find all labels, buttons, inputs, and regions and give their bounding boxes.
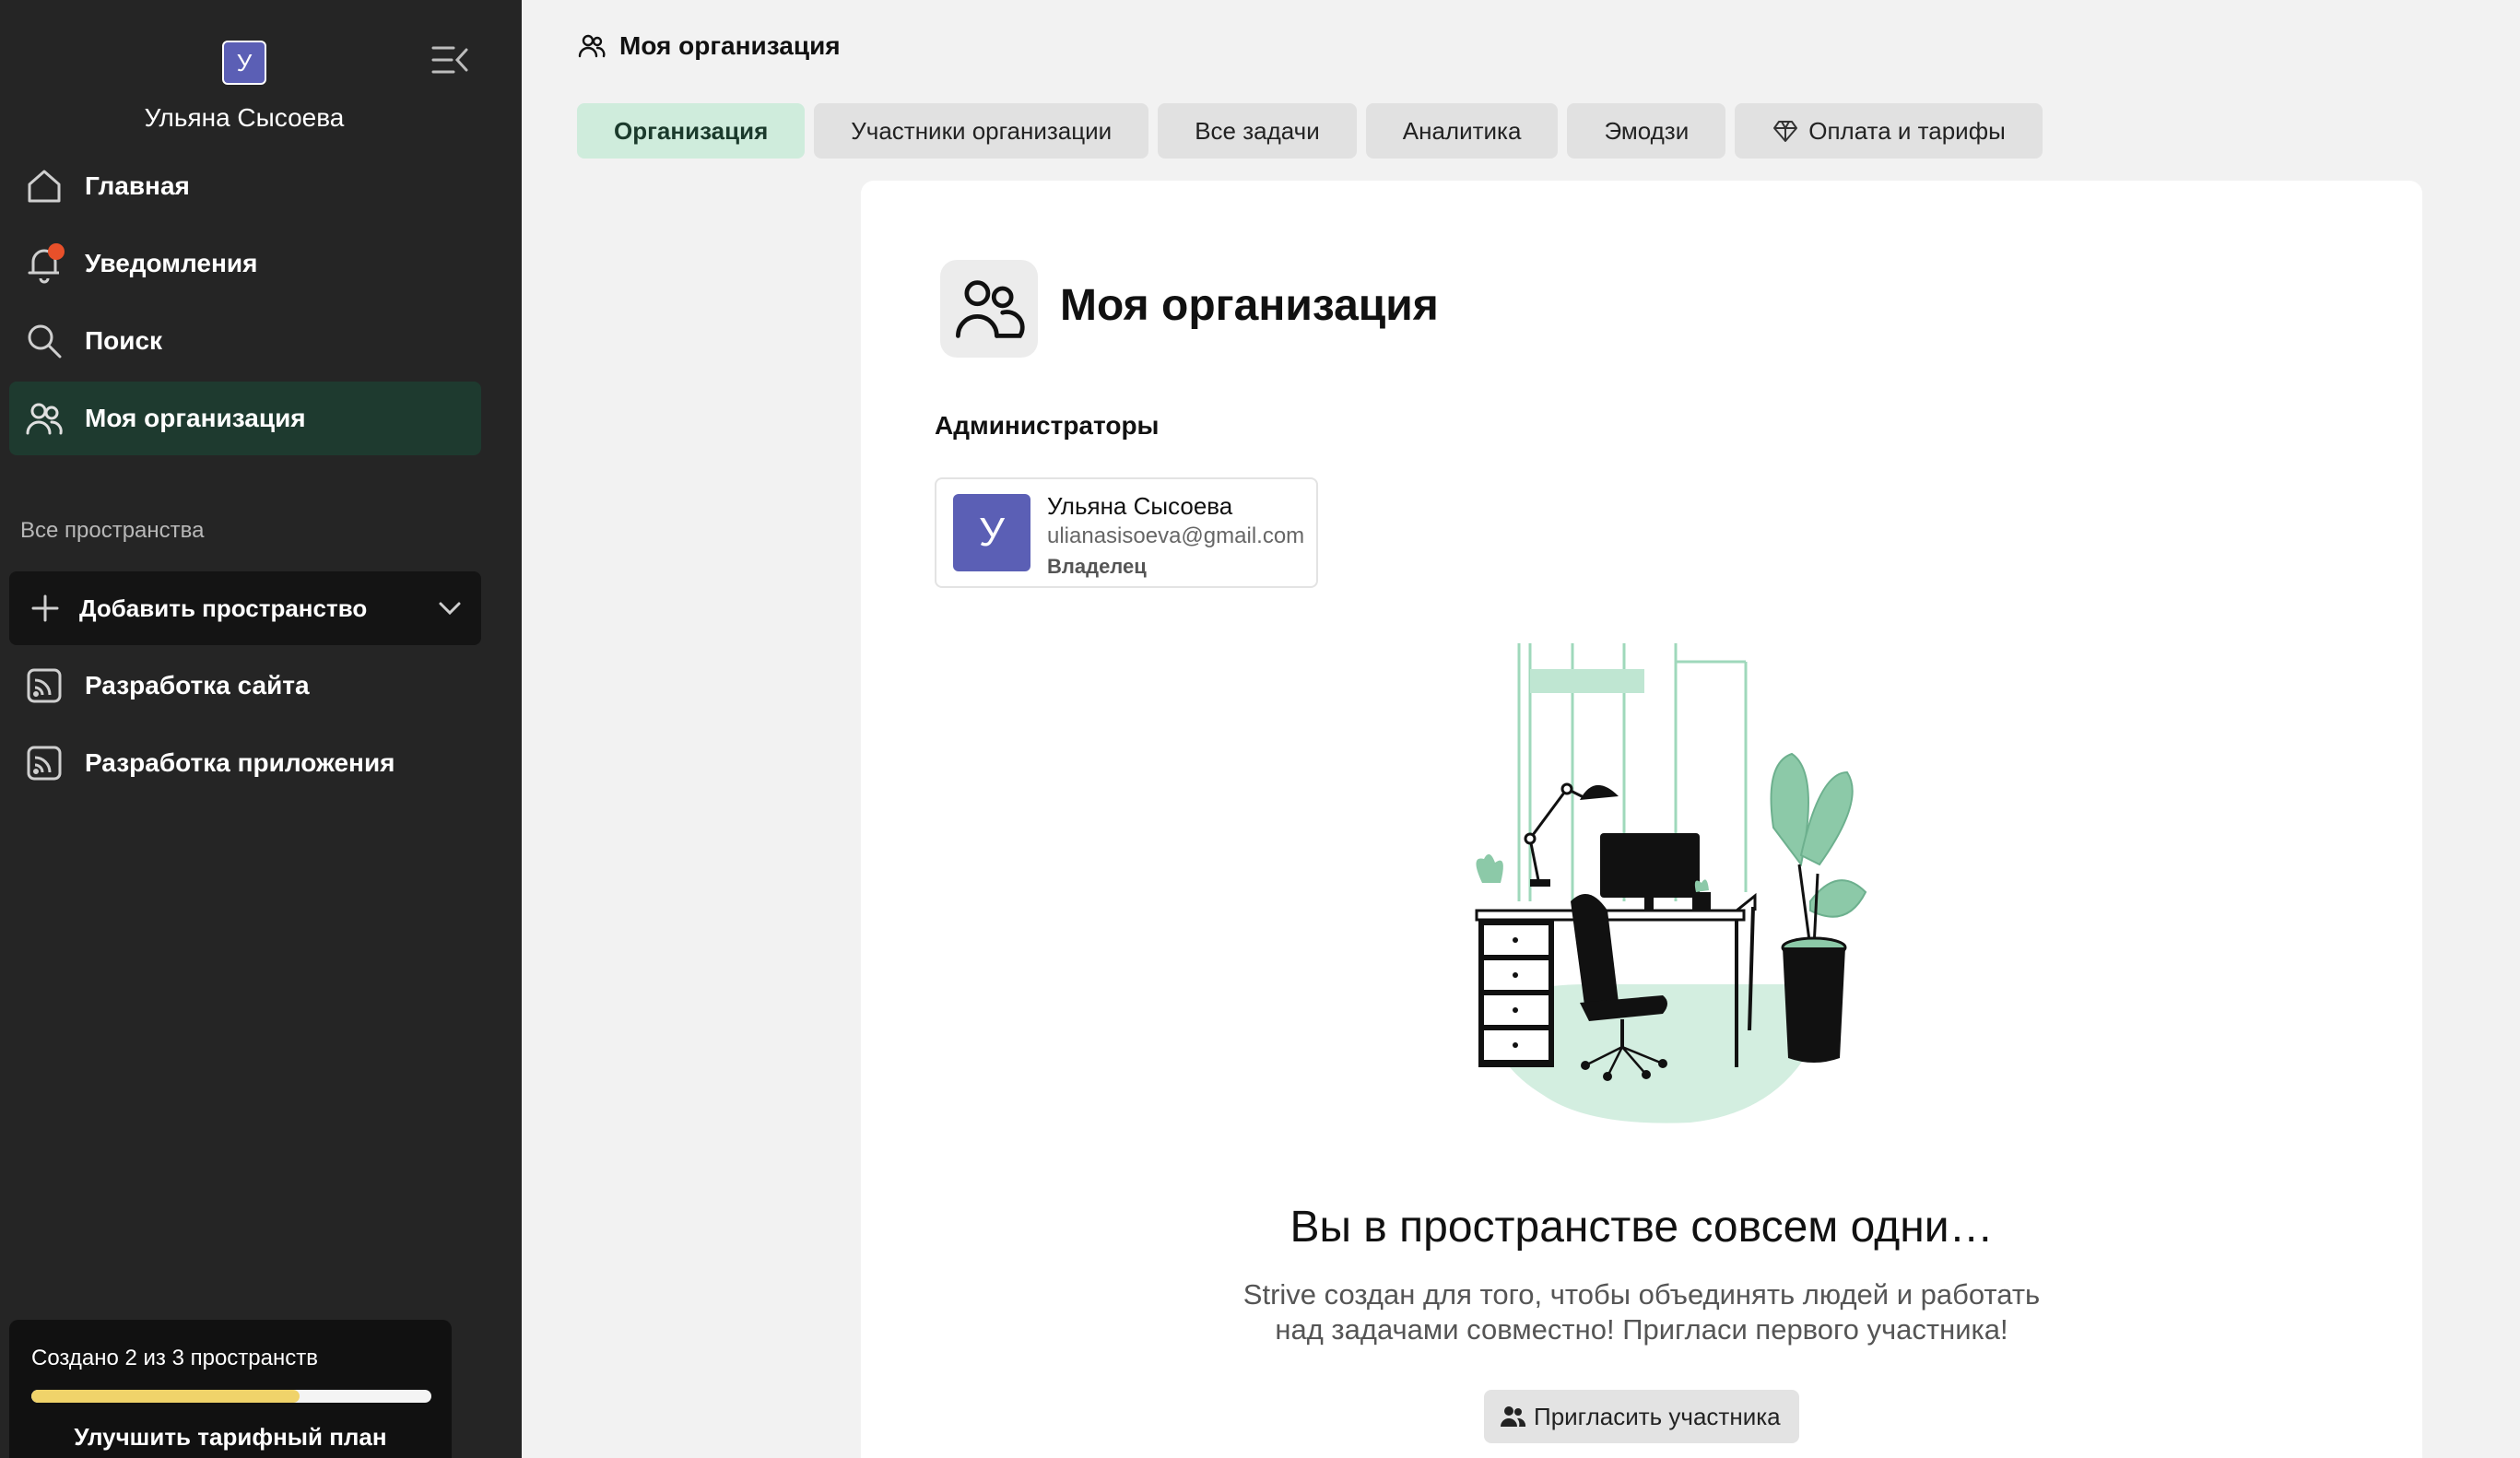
rss-icon	[24, 665, 65, 706]
tab-all-tasks[interactable]: Все задачи	[1158, 103, 1357, 159]
sidebar-item-label: Главная	[85, 171, 190, 200]
sidebar-item-label: Разработка приложения	[85, 748, 395, 777]
admin-email: ulianasisoeva@gmail.com	[1047, 523, 1305, 548]
tab-label: Оплата и тарифы	[1808, 116, 2006, 145]
invite-member-label: Пригласить участника	[1534, 1402, 1781, 1430]
tab-label: Аналитика	[1402, 116, 1522, 145]
tabs: Организация Участники организации Все за…	[577, 103, 2052, 159]
tab-analytics[interactable]: Аналитика	[1365, 103, 1559, 159]
chevron-down-icon[interactable]	[435, 594, 465, 623]
users-icon	[24, 398, 65, 439]
user-name: Ульяна Сысоева	[144, 103, 345, 132]
admins-label: Администраторы	[935, 411, 1160, 440]
breadcrumb: Моя организация	[577, 31, 841, 61]
tab-label: Участники организации	[851, 116, 1113, 145]
usage-card: Создано 2 из 3 пространств Улучшить тари…	[9, 1320, 452, 1458]
usage-progress-bar	[31, 1390, 431, 1403]
empty-state-description: Strive создан для того, чтобы объединять…	[861, 1277, 2422, 1347]
add-space-button[interactable]: Добавить пространство	[9, 571, 481, 645]
admin-name: Ульяна Сысоева	[1047, 492, 1233, 520]
sidebar-item-space-site[interactable]: Разработка сайта	[9, 649, 481, 723]
sidebar-item-label: Моя организация	[85, 404, 306, 432]
organization-icon	[940, 260, 1038, 358]
sidebar-item-home[interactable]: Главная	[9, 149, 481, 223]
breadcrumb-label: Моя организация	[619, 31, 841, 60]
sidebar-item-my-organization[interactable]: Моя организация	[9, 382, 481, 455]
search-icon	[24, 321, 65, 361]
empty-state-illustration	[1405, 634, 1921, 1150]
user-add-icon	[1501, 1406, 1526, 1427]
sidebar-item-search[interactable]: Поиск	[9, 304, 481, 378]
usage-text: Создано 2 из 3 пространств	[31, 1346, 318, 1370]
sidebar-item-space-app[interactable]: Разработка приложения	[9, 726, 481, 800]
empty-state-title: Вы в пространстве совсем одни…	[1289, 1203, 1994, 1252]
app: У Ульяна Сысоева Главная Уведомления Пои…	[0, 0, 2520, 1458]
empty-state-line-2: над задачами совместно! Пригласи первого…	[1275, 1313, 2008, 1346]
sidebar-item-label: Поиск	[85, 326, 163, 355]
invite-member-button[interactable]: Пригласить участника	[1484, 1390, 1799, 1443]
tab-emoji[interactable]: Эмодзи	[1567, 103, 1726, 159]
organization-card: Моя организация Администраторы У Ульяна …	[861, 181, 2422, 1458]
sidebar-item-label: Уведомления	[85, 249, 258, 277]
admin-card[interactable]: У Ульяна Сысоева ulianasisoeva@gmail.com…	[935, 477, 1318, 588]
user-avatar[interactable]: У	[222, 41, 266, 85]
home-icon	[24, 166, 65, 206]
avatar: У	[953, 494, 1030, 571]
page-title: Моя организация	[1060, 281, 1439, 330]
diamond-icon	[1773, 121, 1798, 142]
tab-organization-members[interactable]: Участники организации	[814, 103, 1149, 159]
tab-label: Организация	[614, 116, 769, 145]
main-content: Моя организация Организация Участники ор…	[522, 0, 2520, 1458]
plus-icon	[29, 593, 61, 624]
notification-badge	[48, 243, 65, 260]
empty-state-line-1: Strive создан для того, чтобы объединять…	[1242, 1278, 2041, 1311]
upgrade-plan-button[interactable]: Улучшить тарифный план	[9, 1423, 452, 1452]
usage-progress-fill	[31, 1390, 300, 1403]
collapse-sidebar-icon[interactable]	[430, 42, 470, 77]
add-space-label: Добавить пространство	[79, 594, 368, 622]
spaces-section-title: Все пространства	[20, 518, 205, 543]
tab-organization[interactable]: Организация	[577, 103, 806, 159]
tab-payment-plans[interactable]: Оплата и тарифы	[1735, 103, 2043, 159]
tab-label: Эмодзи	[1604, 116, 1690, 145]
admin-role: Владелец	[1047, 555, 1147, 578]
sidebar-item-notifications[interactable]: Уведомления	[9, 227, 481, 300]
sidebar-item-label: Разработка сайта	[85, 671, 310, 700]
tab-label: Все задачи	[1195, 116, 1320, 145]
sidebar: У Ульяна Сысоева Главная Уведомления Пои…	[0, 0, 522, 1458]
rss-icon	[24, 743, 65, 783]
bell-icon	[24, 243, 65, 284]
users-icon	[578, 34, 606, 58]
